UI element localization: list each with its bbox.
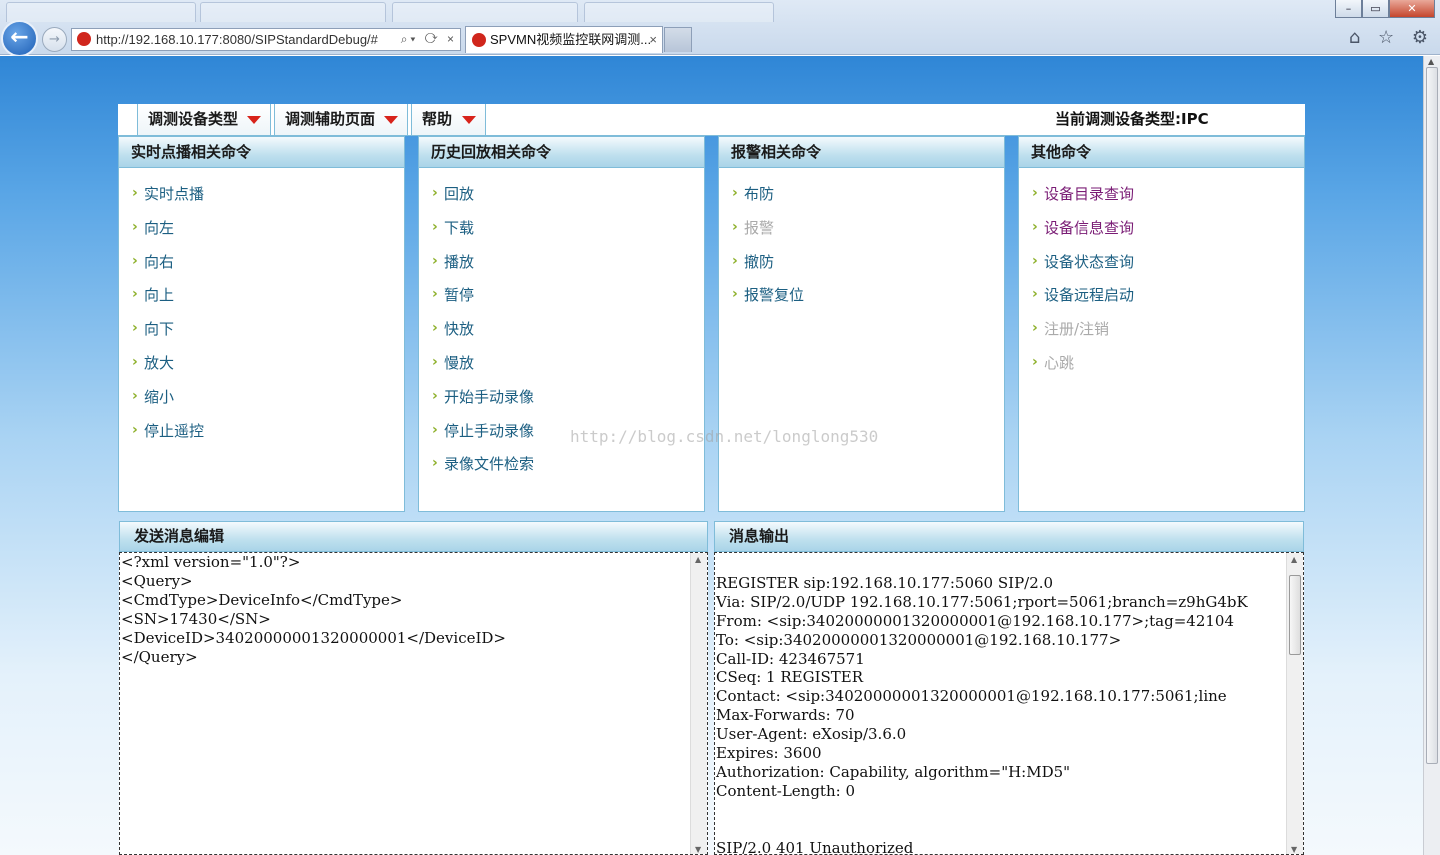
cmd-playback[interactable]: 回放	[419, 181, 704, 216]
cmd-stop-ptz[interactable]: 停止遥控	[119, 418, 404, 453]
menu-bar: 调测设备类型 调测辅助页面 帮助 当前调测设备类型:IPC	[118, 104, 1305, 136]
panel-title: 实时点播相关命令	[119, 137, 404, 168]
panel-title: 其他命令	[1019, 137, 1304, 168]
forward-arrow-icon: →	[49, 32, 60, 47]
cmd-heartbeat: 心跳	[1019, 350, 1304, 385]
command-list: 设备目录查询 设备信息查询 设备状态查询 设备远程启动 注册/注销 心跳	[1019, 168, 1304, 385]
cmd-alarm-reset[interactable]: 报警复位	[719, 282, 1004, 317]
site-favicon-icon	[77, 32, 91, 46]
cmd-arm[interactable]: 布防	[719, 181, 1004, 216]
menu-label: 调测辅助页面	[285, 110, 376, 128]
page-scroll-thumb[interactable]	[1426, 67, 1438, 764]
send-editor-header: 发送消息编辑	[119, 521, 708, 552]
scroll-up-icon[interactable]: ▲	[695, 555, 701, 564]
command-list: 实时点播 向左 向右 向上 向下 放大 缩小 停止遥控	[119, 168, 404, 452]
menu-device-type[interactable]: 调测设备类型	[137, 104, 271, 135]
cmd-download[interactable]: 下载	[419, 215, 704, 250]
menu-label: 调测设备类型	[148, 110, 239, 128]
page-scrollbar[interactable]: ▲	[1423, 56, 1440, 855]
cmd-record-search[interactable]: 录像文件检索	[419, 451, 704, 486]
cmd-status-query[interactable]: 设备状态查询	[1019, 249, 1304, 284]
send-editor-scrollbar[interactable]: ▲ ▼	[690, 553, 707, 854]
new-tab-button[interactable]	[664, 27, 692, 52]
tab-title: SPVMN视频监控联网调测...	[490, 32, 652, 47]
cmd-pause[interactable]: 暂停	[419, 282, 704, 317]
menu-label: 帮助	[422, 110, 453, 128]
scroll-down-icon[interactable]: ▼	[695, 845, 701, 854]
back-button[interactable]: ←	[1, 20, 38, 57]
background-tabs	[0, 0, 800, 22]
page-viewport: 调测设备类型 调测辅助页面 帮助 当前调测设备类型:IPC 实时点播相关命令 实…	[0, 56, 1423, 855]
background-tab[interactable]	[200, 2, 386, 22]
menu-help[interactable]: 帮助	[411, 104, 486, 135]
background-tab[interactable]	[6, 2, 196, 22]
menu-aux-pages[interactable]: 调测辅助页面	[274, 104, 408, 135]
cmd-disarm[interactable]: 撤防	[719, 249, 1004, 284]
dropdown-caret-icon	[462, 116, 476, 124]
address-bar[interactable]: http://192.168.10.177:8080/SIPStandardDe…	[71, 28, 461, 51]
cmd-zoom-in[interactable]: 放大	[119, 350, 404, 385]
panel-other: 其他命令 设备目录查询 设备信息查询 设备状态查询 设备远程启动 注册/注销 心…	[1018, 136, 1305, 512]
cmd-pan-left[interactable]: 向左	[119, 215, 404, 250]
cmd-zoom-out[interactable]: 缩小	[119, 384, 404, 419]
current-device-type: 当前调测设备类型:IPC	[1055, 110, 1209, 128]
back-arrow-icon: ←	[10, 25, 29, 50]
send-editor-textarea[interactable]: <?xml version="1.0"?> <Query> <CmdType>D…	[119, 552, 708, 855]
cmd-catalog-query[interactable]: 设备目录查询	[1019, 181, 1304, 216]
background-tab[interactable]	[584, 2, 774, 22]
toolbar-icons[interactable]: ⌂ ☆ ⚙	[1349, 27, 1434, 48]
cmd-alarm: 报警	[719, 215, 1004, 250]
cmd-tilt-up[interactable]: 向上	[119, 282, 404, 317]
output-title: 消息输出	[729, 527, 790, 545]
send-editor-content[interactable]: <?xml version="1.0"?> <Query> <CmdType>D…	[120, 553, 707, 666]
output-scrollbar[interactable]: ▲ ▼	[1286, 553, 1303, 854]
address-url[interactable]: http://192.168.10.177:8080/SIPStandardDe…	[96, 32, 378, 47]
tab-favicon-icon	[472, 33, 486, 47]
close-window-button[interactable]: ✕	[1389, 0, 1435, 18]
cmd-register: 注册/注销	[1019, 316, 1304, 351]
panel-title: 报警相关命令	[719, 137, 1004, 168]
cmd-pan-right[interactable]: 向右	[119, 249, 404, 284]
cmd-play[interactable]: 播放	[419, 249, 704, 284]
tab-close-icon[interactable]: ×	[649, 27, 657, 53]
scroll-thumb[interactable]	[1289, 575, 1301, 655]
dropdown-caret-icon	[384, 116, 398, 124]
cmd-slow-play[interactable]: 慢放	[419, 350, 704, 385]
cmd-realtime-play[interactable]: 实时点播	[119, 181, 404, 216]
panel-realtime: 实时点播相关命令 实时点播 向左 向右 向上 向下 放大 缩小 停止遥控	[118, 136, 405, 512]
output-content: REGISTER sip:192.168.10.177:5060 SIP/2.0…	[716, 573, 1248, 855]
panel-title: 历史回放相关命令	[419, 137, 704, 168]
cmd-start-record[interactable]: 开始手动录像	[419, 384, 704, 419]
cmd-remote-boot[interactable]: 设备远程启动	[1019, 282, 1304, 317]
minimize-button[interactable]: –	[1335, 0, 1362, 18]
command-list: 布防 报警 撤防 报警复位	[719, 168, 1004, 317]
browser-chrome: – ▭ ✕ ← → http://192.168.10.177:8080/SIP…	[0, 0, 1440, 57]
address-actions-icons[interactable]: ⌕▾ ⟳ ×	[401, 29, 457, 50]
active-tab[interactable]: SPVMN视频监控联网调测... ×	[465, 26, 663, 53]
dropdown-caret-icon	[247, 116, 261, 124]
send-editor-title: 发送消息编辑	[134, 527, 225, 545]
background-tab[interactable]	[392, 2, 578, 22]
cmd-fast-forward[interactable]: 快放	[419, 316, 704, 351]
maximize-button[interactable]: ▭	[1362, 0, 1389, 18]
watermark: http://blog.csdn.net/longlong530	[570, 427, 879, 446]
scroll-up-icon[interactable]: ▲	[1291, 555, 1297, 564]
scroll-up-icon[interactable]: ▲	[1428, 57, 1434, 66]
panel-playback: 历史回放相关命令 回放 下载 播放 暂停 快放 慢放 开始手动录像 停止手动录像…	[418, 136, 705, 512]
scroll-down-icon[interactable]: ▼	[1291, 845, 1297, 854]
output-header: 消息输出	[714, 521, 1304, 552]
output-textarea[interactable]: REGISTER sip:192.168.10.177:5060 SIP/2.0…	[714, 552, 1304, 855]
forward-button[interactable]: →	[42, 27, 67, 52]
cmd-tilt-down[interactable]: 向下	[119, 316, 404, 351]
panel-alarm: 报警相关命令 布防 报警 撤防 报警复位	[718, 136, 1005, 512]
cmd-info-query[interactable]: 设备信息查询	[1019, 215, 1304, 250]
